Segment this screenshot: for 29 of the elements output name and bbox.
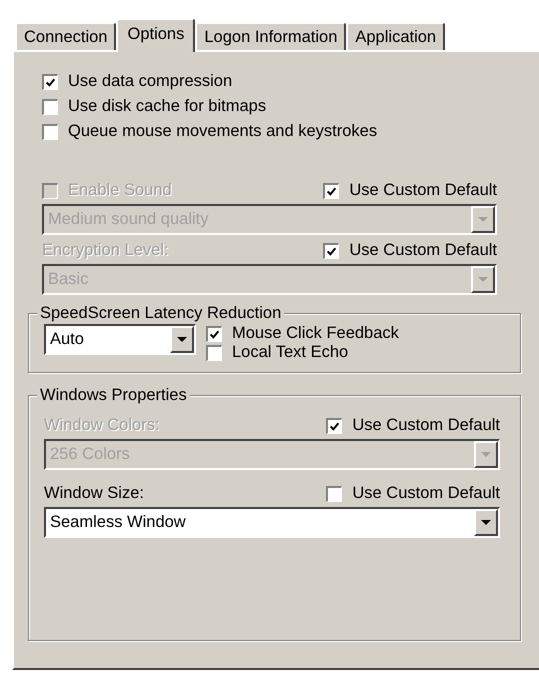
tab[interactable]: Options xyxy=(116,18,196,52)
checkbox-label: Use data compression xyxy=(68,72,232,91)
check-icon xyxy=(45,76,56,88)
checkbox-label: Use Custom Default xyxy=(352,416,500,435)
check-icon xyxy=(329,420,340,432)
checkbox-label: Mouse Click Feedback xyxy=(232,324,399,343)
checkbox-label: Use disk cache for bitmaps xyxy=(68,97,266,116)
checkbox-label: Queue mouse movements and keystrokes xyxy=(68,122,378,141)
check-icon xyxy=(209,328,220,340)
tab[interactable]: Connection xyxy=(15,22,116,50)
tab[interactable]: Logon Information xyxy=(195,22,346,50)
group-title: Windows Properties xyxy=(37,386,190,404)
checkbox-label: Use Custom Default xyxy=(352,484,500,503)
checkbox[interactable] xyxy=(42,74,58,90)
check-icon xyxy=(326,186,338,196)
checkbox-label: Use Custom Default xyxy=(349,181,497,200)
checkbox[interactable] xyxy=(326,486,342,502)
group-title: SpeedScreen Latency Reduction xyxy=(37,304,284,322)
checkbox[interactable] xyxy=(42,98,58,114)
checkbox[interactable] xyxy=(206,344,222,360)
checkbox[interactable] xyxy=(42,124,58,140)
field-label: Window Size: xyxy=(44,484,144,503)
checkbox[interactable] xyxy=(206,326,222,342)
check-icon xyxy=(326,246,338,256)
checkbox-label: Use Custom Default xyxy=(349,241,497,260)
dropdown[interactable]: Auto xyxy=(44,324,196,355)
checkbox-label: Local Text Echo xyxy=(232,343,348,362)
dropdown[interactable]: Seamless Window xyxy=(44,507,500,538)
tab[interactable]: Application xyxy=(346,22,446,50)
